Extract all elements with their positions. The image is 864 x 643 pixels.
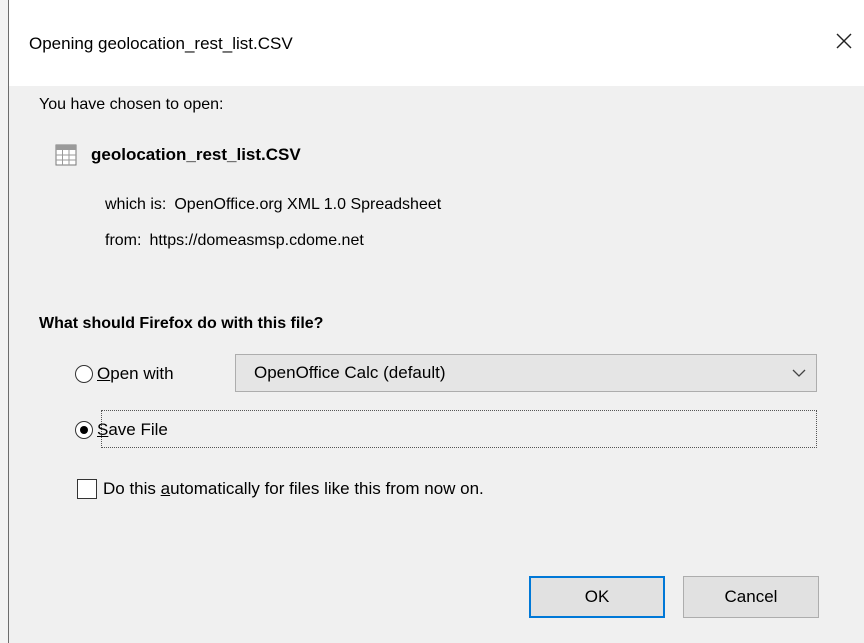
file-source-row: from: https://domeasmsp.cdome.net (105, 232, 364, 250)
action-question: What should Firefox do with this file? (39, 315, 324, 332)
open-with-access-key: O (97, 364, 111, 383)
file-source-label: from: (105, 232, 142, 249)
chevron-down-icon (792, 369, 806, 377)
chosen-to-open-label: You have chosen to open: (39, 96, 224, 113)
ok-button[interactable]: OK (529, 576, 665, 618)
title-bar: Opening geolocation_rest_list.CSV (9, 0, 864, 86)
save-file-option[interactable]: Save File (75, 420, 168, 440)
background-window-edge (0, 0, 8, 643)
save-file-label[interactable]: Save File (97, 420, 168, 440)
open-with-radio[interactable] (75, 365, 93, 383)
save-file-radio[interactable] (75, 421, 93, 439)
dialog-body: You have chosen to open: geolocation_res… (9, 86, 864, 643)
auto-action-access-key: a (160, 479, 171, 498)
file-type-row: which is: OpenOffice.org XML 1.0 Spreads… (105, 196, 441, 214)
file-name: geolocation_rest_list.CSV (91, 145, 301, 164)
auto-action-label[interactable]: Do this automatically for files like thi… (103, 479, 484, 499)
save-file-access-key: S (97, 420, 109, 439)
open-with-label[interactable]: Open with (97, 364, 174, 384)
save-file-focus-ring (101, 410, 817, 448)
auto-action-label-before: Do this (103, 479, 161, 498)
auto-action-label-after: utomatically for files like this from no… (170, 479, 484, 498)
auto-action-option[interactable]: Do this automatically for files like thi… (77, 479, 484, 499)
close-button[interactable] (829, 26, 859, 56)
application-select[interactable]: OpenOffice Calc (default) (235, 354, 817, 392)
open-with-option[interactable]: Open with (75, 364, 174, 384)
file-type-value: OpenOffice.org XML 1.0 Spreadsheet (174, 196, 442, 213)
application-select-value: OpenOffice Calc (default) (254, 363, 446, 382)
open-with-label-rest: pen with (110, 364, 174, 383)
spreadsheet-file-icon (55, 144, 77, 166)
save-file-label-rest: ave File (108, 420, 168, 439)
auto-action-checkbox[interactable] (77, 479, 97, 499)
cancel-button[interactable]: Cancel (683, 576, 819, 618)
dialog-title: Opening geolocation_rest_list.CSV (29, 34, 293, 53)
file-row: geolocation_rest_list.CSV (55, 144, 301, 166)
download-dialog: Opening geolocation_rest_list.CSV You ha… (8, 0, 864, 643)
close-icon (836, 33, 852, 49)
file-type-label: which is: (105, 196, 167, 213)
file-source-value: https://domeasmsp.cdome.net (149, 232, 364, 249)
